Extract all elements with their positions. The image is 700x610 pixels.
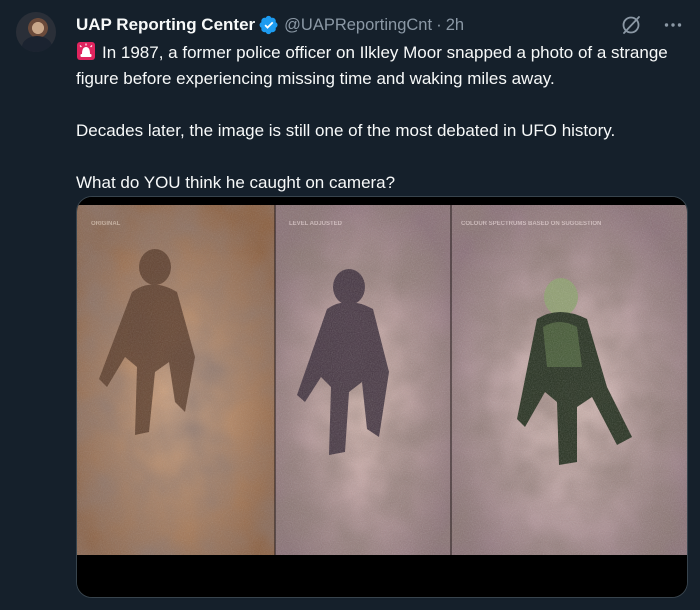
tweet-text: In 1987, a former police officer on Ilkl… [76, 40, 686, 196]
timestamp[interactable]: 2h [446, 16, 464, 35]
media-panel-original [77, 205, 275, 555]
more-dots-icon[interactable] [662, 14, 684, 36]
author-handle[interactable]: @UAPReportingCnt [284, 16, 432, 35]
panel-label-level-adjusted: LEVEL ADJUSTED [289, 221, 343, 227]
grok-slash-icon[interactable] [620, 14, 642, 36]
tweet-paragraph-1: In 1987, a former police officer on Ilkl… [76, 40, 686, 92]
media-panel-level-adjusted [275, 205, 451, 555]
tweet-header: UAP Reporting Center @UAPReportingCnt · … [76, 13, 464, 37]
police-light-emoji-icon [76, 41, 96, 61]
tweet-paragraph-1-text: In 1987, a former police officer on Ilkl… [76, 43, 668, 88]
tweet-media-image[interactable]: ORIGINAL LEVEL ADJUSTED COLOUR SPECTRUMS… [76, 196, 688, 598]
media-panel-colour-spectrums [451, 205, 687, 555]
tweet-actions-top [620, 14, 684, 36]
panel-label-colour-spectrums: COLOUR SPECTRUMS BASED ON SUGGESTION [461, 221, 601, 227]
profile-avatar[interactable] [16, 12, 56, 52]
tweet[interactable]: UAP Reporting Center @UAPReportingCnt · … [0, 0, 700, 610]
verified-badge-icon[interactable] [259, 15, 279, 35]
tweet-paragraph-2: Decades later, the image is still one of… [76, 121, 616, 140]
panel-label-original: ORIGINAL [91, 221, 121, 227]
separator-dot: · [436, 15, 442, 34]
author-name[interactable]: UAP Reporting Center [76, 15, 255, 35]
tweet-paragraph-3: What do YOU think he caught on camera? [76, 173, 396, 192]
